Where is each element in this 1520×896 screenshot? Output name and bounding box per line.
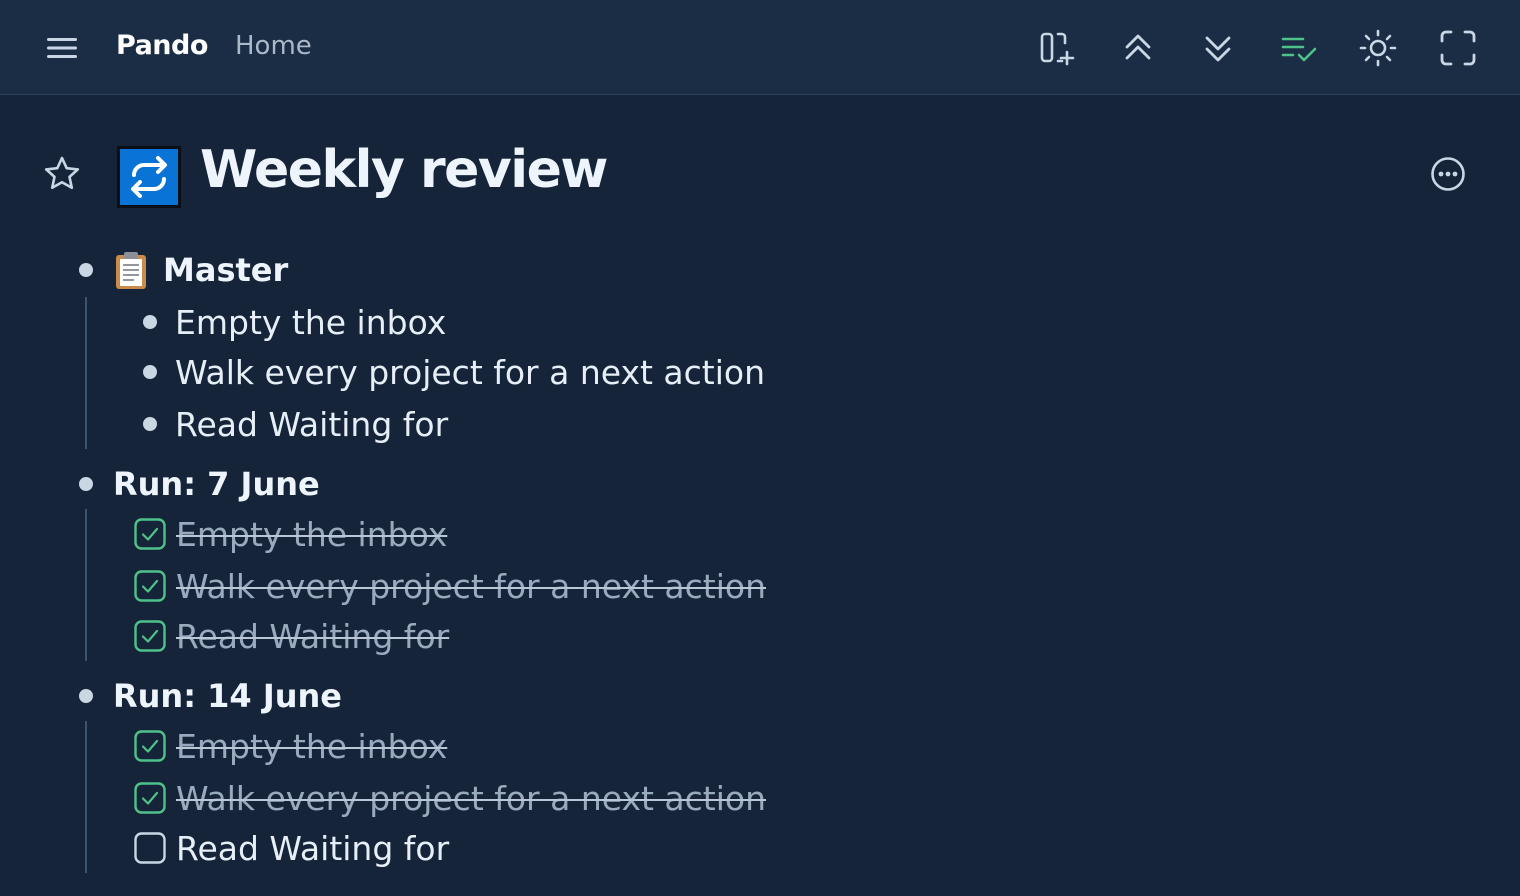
checkbox-checked-icon[interactable] — [134, 782, 166, 814]
repeat-icon — [131, 156, 167, 198]
checkbox-checked-icon[interactable] — [134, 570, 166, 602]
breadcrumb-home[interactable]: Home — [235, 31, 312, 61]
task-text-completed[interactable]: Walk every project for a next action — [176, 779, 766, 818]
task-item[interactable]: Walk every project for a next action — [134, 776, 766, 820]
more-options-icon[interactable] — [1428, 154, 1468, 194]
expand-all-icon — [1205, 36, 1231, 62]
outline-node-label[interactable]: Run: 7 June — [113, 465, 320, 503]
checkbox-checked-icon[interactable] — [134, 620, 166, 652]
outline-item-text[interactable]: Empty the inbox — [175, 303, 446, 342]
expand-all-button[interactable] — [1198, 28, 1238, 68]
collapse-all-button[interactable] — [1118, 28, 1158, 68]
hamburger-menu-icon[interactable] — [46, 36, 78, 60]
checkbox-checked-icon[interactable] — [134, 730, 166, 762]
fullscreen-icon — [1440, 30, 1476, 66]
checkbox-unchecked-icon[interactable] — [134, 832, 166, 864]
task-text-completed[interactable]: Empty the inbox — [176, 515, 447, 554]
bullet[interactable] — [79, 477, 93, 491]
task-text[interactable]: Read Waiting for — [176, 829, 449, 868]
task-item[interactable]: Read Waiting for — [134, 614, 449, 658]
bullet[interactable] — [79, 689, 93, 703]
task-text-completed[interactable]: Read Waiting for — [176, 617, 449, 656]
fullscreen-button[interactable] — [1438, 28, 1478, 68]
outline-node-run-7-june[interactable]: Run: 7 June — [79, 462, 320, 506]
task-text-completed[interactable]: Empty the inbox — [176, 727, 447, 766]
outline-item[interactable]: Empty the inbox — [143, 300, 446, 344]
add-panel-icon — [1040, 32, 1075, 66]
bullet[interactable] — [79, 263, 93, 277]
task-text-completed[interactable]: Walk every project for a next action — [176, 567, 766, 606]
clipboard-icon — [113, 250, 149, 290]
master-guide-line — [85, 297, 87, 449]
top-bar: Pando Home — [0, 0, 1520, 95]
outline-item-text[interactable]: Read Waiting for — [175, 405, 448, 444]
page-title[interactable]: Weekly review — [200, 140, 608, 200]
outline-item[interactable]: Walk every project for a next action — [143, 350, 765, 394]
outline-node-run-14-june[interactable]: Run: 14 June — [79, 674, 342, 718]
outline-item[interactable]: Read Waiting for — [143, 402, 448, 446]
theme-toggle-button[interactable] — [1358, 28, 1398, 68]
task-item[interactable]: Empty the inbox — [134, 724, 447, 768]
show-completed-button[interactable] — [1279, 28, 1319, 68]
show-completed-icon — [1281, 37, 1317, 62]
task-item[interactable]: Empty the inbox — [134, 512, 447, 556]
bullet[interactable] — [143, 315, 157, 329]
run1-guide-line — [85, 509, 87, 661]
outline-item-text[interactable]: Walk every project for a next action — [175, 353, 765, 392]
add-panel-button[interactable] — [1038, 28, 1078, 68]
outline-node-label[interactable]: Master — [163, 251, 288, 289]
bullet[interactable] — [143, 417, 157, 431]
page-icon-repeat[interactable] — [117, 146, 181, 208]
task-item[interactable]: Read Waiting for — [134, 826, 449, 870]
checkbox-checked-icon[interactable] — [134, 518, 166, 550]
favorite-star-icon[interactable] — [42, 154, 82, 194]
outline-node-label[interactable]: Run: 14 June — [113, 677, 342, 715]
theme-icon — [1359, 29, 1397, 67]
collapse-all-icon — [1125, 34, 1151, 60]
run2-guide-line — [85, 721, 87, 873]
bullet[interactable] — [143, 365, 157, 379]
outline-node-master[interactable]: Master — [79, 248, 288, 292]
app-brand[interactable]: Pando — [116, 30, 208, 61]
task-item[interactable]: Walk every project for a next action — [134, 564, 766, 608]
